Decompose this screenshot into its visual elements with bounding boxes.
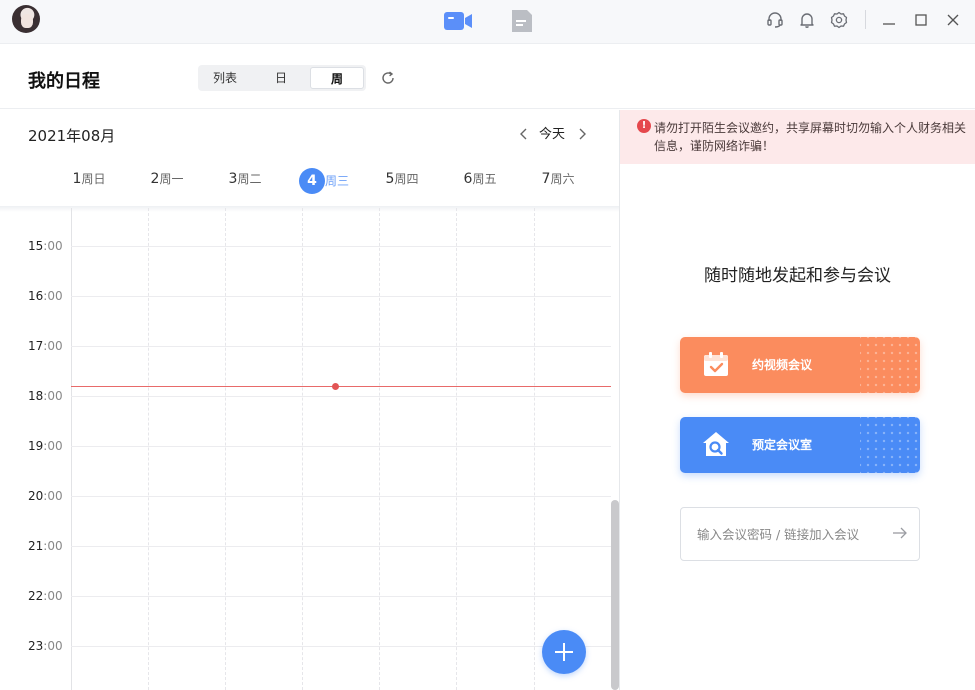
day-cell[interactable]: 5周四 xyxy=(363,168,441,194)
day-cell[interactable]: 2周一 xyxy=(128,168,206,194)
day-weekday: 周五 xyxy=(472,172,497,186)
grid-column-line xyxy=(302,208,303,690)
chevron-left-icon[interactable] xyxy=(517,126,531,142)
bell-icon[interactable] xyxy=(798,11,816,29)
room-search-icon xyxy=(703,432,729,456)
grid-column-line xyxy=(456,208,457,690)
day-cell[interactable]: 1周日 xyxy=(50,168,128,194)
hour-line xyxy=(71,296,611,297)
grid-column-line xyxy=(379,208,380,690)
page-header: 我的日程 列表 日 周 xyxy=(0,44,975,109)
hour-line xyxy=(71,546,611,547)
warning-text: 请勿打开陌生会议邀约，共享屏幕时切勿输入个人财务相关信息，谨防网络诈骗！ xyxy=(654,121,967,153)
schedule-video-meeting-button[interactable]: 约视频会议 xyxy=(680,337,920,393)
day-cell[interactable]: 7周六 xyxy=(519,168,597,194)
headset-icon[interactable] xyxy=(766,11,784,29)
current-time-line xyxy=(71,386,611,387)
video-camera-icon[interactable] xyxy=(444,10,472,32)
hour-label: 22:00 xyxy=(28,589,63,603)
grid-column-line xyxy=(148,208,149,690)
book-meeting-room-button[interactable]: 预定会议室 xyxy=(680,417,920,473)
view-switcher: 列表 日 周 xyxy=(198,65,366,91)
hour-label: 23:00 xyxy=(28,639,63,653)
tab-list-view[interactable]: 列表 xyxy=(198,67,252,89)
day-number: 4 xyxy=(298,168,325,194)
calendar-panel: 2021年08月 今天 1周日 2周一 3周二 4 周三 5周四 6周五 7周六 … xyxy=(0,110,619,690)
hour-line xyxy=(71,646,611,647)
grid-column-line xyxy=(534,208,535,690)
book-meeting-room-label: 预定会议室 xyxy=(752,438,813,452)
close-icon[interactable] xyxy=(944,11,962,29)
day-weekday: 周二 xyxy=(237,172,262,186)
month-label: 2021年08月 xyxy=(28,127,116,145)
document-icon[interactable] xyxy=(510,9,534,33)
user-avatar[interactable] xyxy=(12,5,40,33)
chevron-right-icon[interactable] xyxy=(575,126,589,142)
gear-icon[interactable] xyxy=(830,11,848,29)
hour-label: 19:00 xyxy=(28,439,63,453)
current-time-dot xyxy=(332,383,339,390)
hour-line xyxy=(71,396,611,397)
title-bar xyxy=(0,0,975,44)
alert-icon: ! xyxy=(637,119,651,133)
hour-line xyxy=(71,346,611,347)
panel-slogan: 随时随地发起和参与会议 xyxy=(704,266,891,286)
time-grid[interactable]: 15:00 16:00 17:00 18:00 19:00 20:00 21:0… xyxy=(0,208,619,690)
hour-label: 20:00 xyxy=(28,489,63,503)
hour-line xyxy=(71,596,611,597)
scrollbar[interactable] xyxy=(611,500,619,690)
decorative-dots xyxy=(860,337,920,393)
day-cell[interactable]: 6周五 xyxy=(441,168,519,194)
day-weekday: 周三 xyxy=(324,174,349,188)
grid-column-line xyxy=(225,208,226,690)
hour-label: 21:00 xyxy=(28,539,63,553)
hour-label: 15:00 xyxy=(28,239,63,253)
security-warning: ! 请勿打开陌生会议邀约，共享屏幕时切勿输入个人财务相关信息，谨防网络诈骗！ xyxy=(620,110,975,164)
schedule-video-meeting-label: 约视频会议 xyxy=(752,358,813,372)
maximize-icon[interactable] xyxy=(912,11,930,29)
arrow-right-icon[interactable] xyxy=(892,525,908,541)
refresh-icon[interactable] xyxy=(380,70,396,86)
day-weekday: 周四 xyxy=(394,172,419,186)
hour-label: 16:00 xyxy=(28,289,63,303)
calendar-check-icon xyxy=(704,352,728,376)
meeting-panel: ! 请勿打开陌生会议邀约，共享屏幕时切勿输入个人财务相关信息，谨防网络诈骗！ 随… xyxy=(620,110,975,690)
page-title: 我的日程 xyxy=(28,71,100,92)
hour-line xyxy=(71,496,611,497)
day-weekday: 周日 xyxy=(81,172,106,186)
today-button[interactable]: 今天 xyxy=(539,123,565,142)
add-event-button[interactable] xyxy=(542,630,586,674)
tab-day-view[interactable]: 日 xyxy=(254,67,308,89)
week-days-row: 1周日 2周一 3周二 4 周三 5周四 6周五 7周六 xyxy=(0,166,619,204)
tab-week-view[interactable]: 周 xyxy=(310,67,364,89)
minimize-icon[interactable] xyxy=(880,11,898,29)
grid-column-line xyxy=(71,208,72,690)
day-weekday: 周一 xyxy=(159,172,184,186)
hour-line xyxy=(71,246,611,247)
decorative-dots xyxy=(860,417,920,473)
day-cell-selected[interactable]: 4 周三 xyxy=(285,168,363,194)
hour-label: 17:00 xyxy=(28,339,63,353)
join-meeting-input[interactable] xyxy=(697,524,887,544)
day-cell[interactable]: 3周二 xyxy=(206,168,284,194)
day-weekday: 周六 xyxy=(550,172,575,186)
join-meeting-field[interactable] xyxy=(680,507,920,561)
hour-label: 18:00 xyxy=(28,389,63,403)
hour-line xyxy=(71,446,611,447)
toolbar-divider xyxy=(865,10,866,29)
